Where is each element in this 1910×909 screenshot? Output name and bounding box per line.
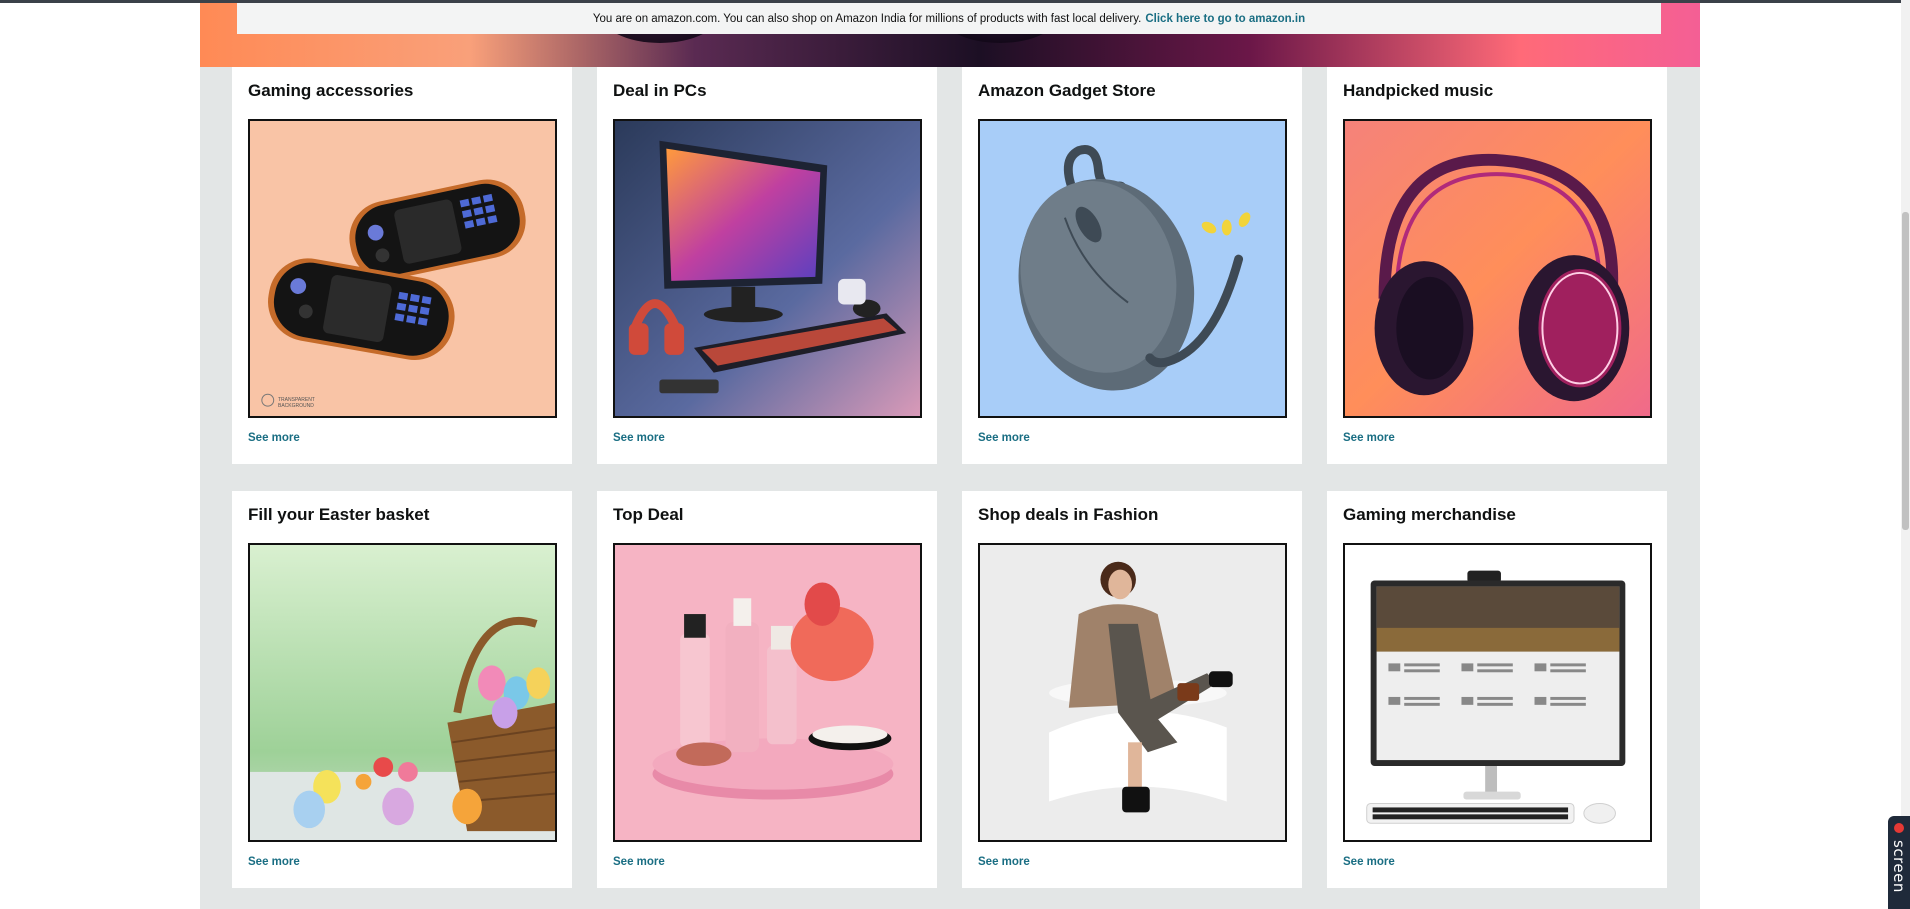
side-tab-label: screen (1890, 840, 1908, 893)
card-deal-in-pcs: Deal in PCs See more (597, 67, 937, 464)
card-title: Gaming accessories (248, 81, 414, 100)
go-to-amazon-in-link[interactable]: Click here to go to amazon.in (1145, 13, 1305, 25)
see-more-link[interactable]: See more (613, 856, 665, 868)
notice-text: You are on amazon.com. You can also shop… (592, 12, 1142, 25)
card-title: Shop deals in Fashion (978, 505, 1159, 524)
card-title: Amazon Gadget Store (978, 81, 1156, 100)
image-caption: TRANSPARENT BACKGROUND (278, 397, 315, 409)
see-more-link[interactable]: See more (978, 432, 1030, 444)
card-handpicked-music: Handpicked music See more (1327, 67, 1667, 464)
see-more-link[interactable]: See more (248, 432, 300, 444)
card-gaming-accessories: Gaming accessories TRANSPARENT BACKGROUN… (232, 67, 572, 464)
scrollbar-thumb[interactable] (1902, 212, 1909, 530)
locale-notice-bar: You are on amazon.com. You can also shop… (237, 3, 1661, 34)
card-title: Deal in PCs (613, 81, 707, 100)
card-image-monitor-keyboard[interactable] (1343, 543, 1652, 842)
card-image-game-consoles[interactable]: TRANSPARENT BACKGROUND (248, 119, 557, 418)
see-more-link[interactable]: See more (1343, 432, 1395, 444)
page-scrollbar[interactable] (1901, 0, 1910, 909)
record-dot-icon (1894, 823, 1904, 833)
see-more-link[interactable]: See more (1343, 856, 1395, 868)
page-content: You are on amazon.com. You can also shop… (200, 3, 1700, 909)
card-image-desktop-pc[interactable] (613, 119, 922, 418)
card-image-cosmetics[interactable] (613, 543, 922, 842)
card-image-fashion-model[interactable] (978, 543, 1287, 842)
screen-recorder-tab[interactable]: screen (1888, 816, 1910, 909)
card-easter-basket: Fill your Easter basket See more (232, 491, 572, 888)
card-title: Fill your Easter basket (248, 505, 430, 524)
card-top-deal: Top Deal See more (597, 491, 937, 888)
card-image-headphones[interactable] (1343, 119, 1652, 418)
card-title: Gaming merchandise (1343, 505, 1516, 524)
card-amazon-gadget-store: Amazon Gadget Store See more (962, 67, 1302, 464)
see-more-link[interactable]: See more (978, 856, 1030, 868)
card-shop-deals-in-fashion: Shop deals in Fashion See more (962, 491, 1302, 888)
card-title: Handpicked music (1343, 81, 1494, 100)
see-more-link[interactable]: See more (248, 856, 300, 868)
card-gaming-merchandise: Gaming merchandise See more (1327, 491, 1667, 888)
see-more-link[interactable]: See more (613, 432, 665, 444)
card-image-mouse[interactable] (978, 119, 1287, 418)
card-image-easter-basket[interactable] (248, 543, 557, 842)
card-title: Top Deal (613, 505, 684, 524)
